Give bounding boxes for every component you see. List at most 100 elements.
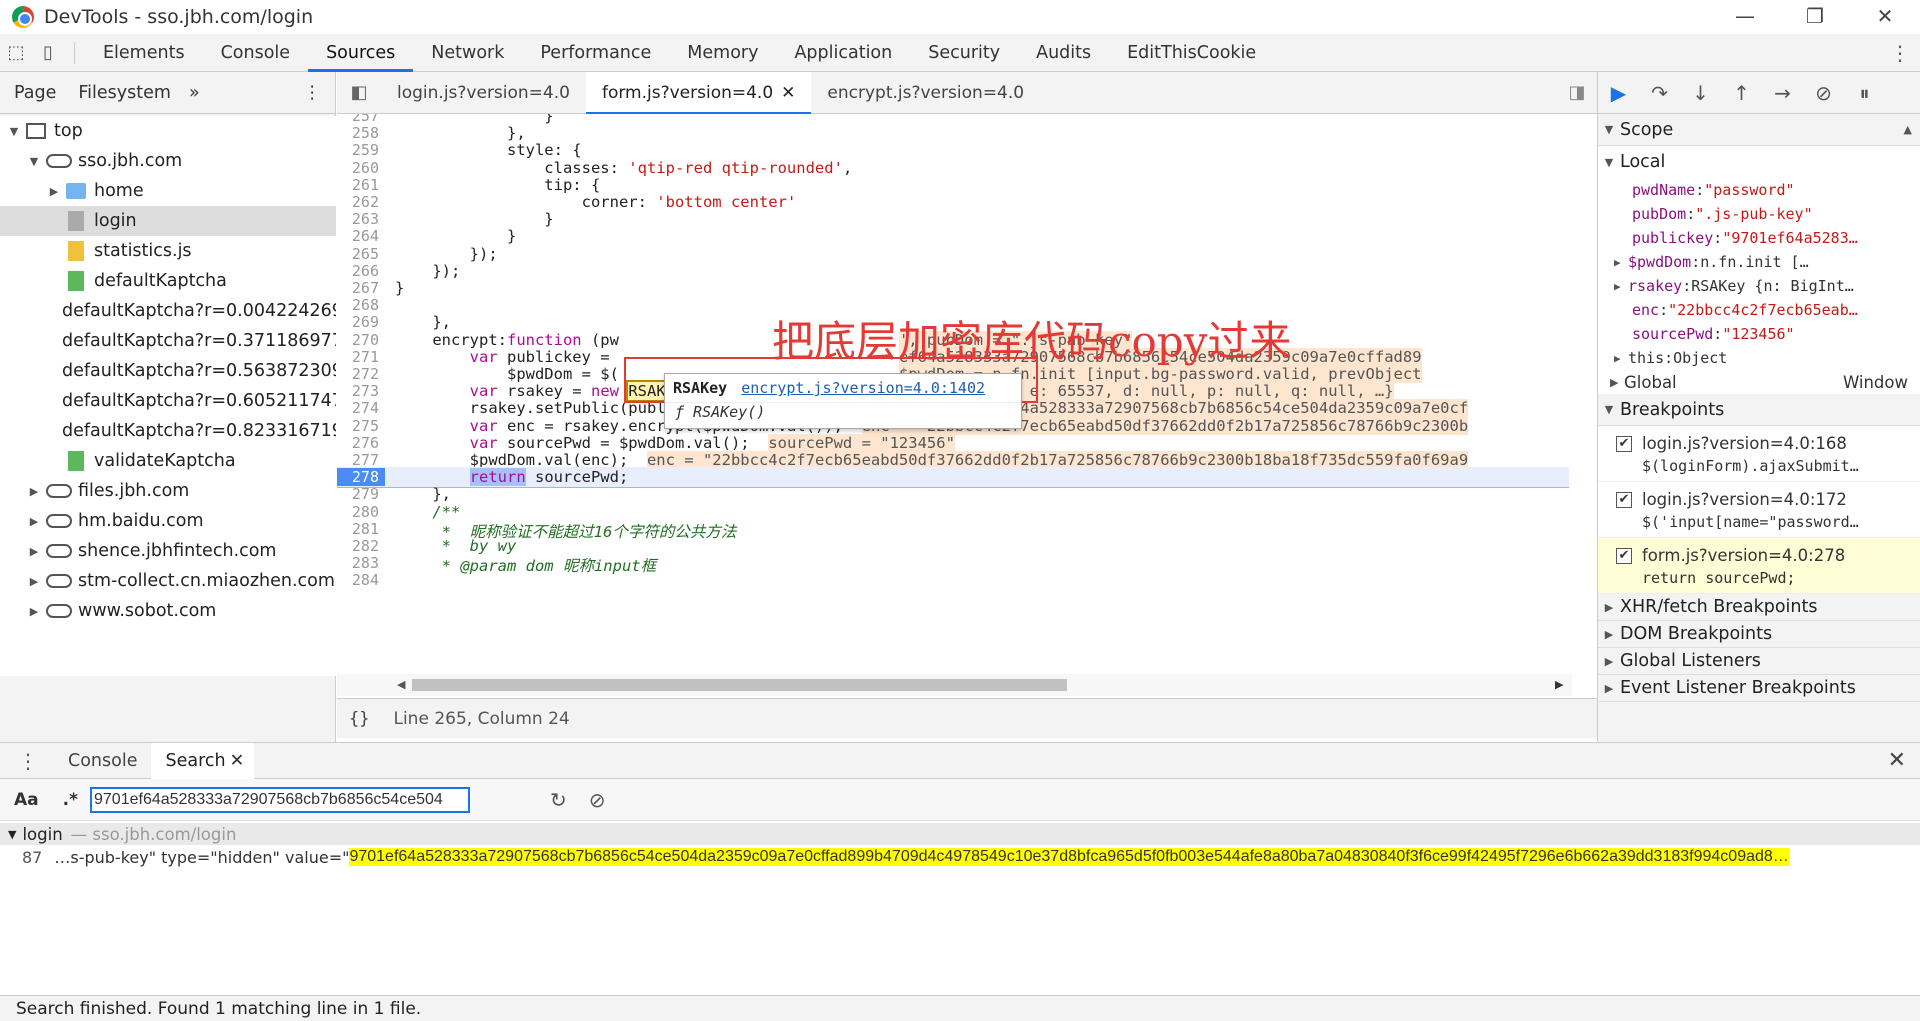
scope-variable[interactable]: sourcePwd: "123456" [1598, 322, 1920, 346]
step-into-icon[interactable]: ↓ [1680, 81, 1721, 105]
inspect-element-icon[interactable]: ⬚ [0, 37, 32, 69]
sidebar-section-header[interactable]: ▶ DOM Breakpoints [1598, 621, 1920, 648]
expand-triangle-icon[interactable]: ▶ [26, 515, 42, 528]
resume-icon[interactable]: ▶ [1598, 81, 1639, 105]
editor-tab[interactable]: form.js?version=4.0 ✕ [585, 71, 812, 114]
line-number[interactable]: 282 [337, 537, 385, 555]
tree-item[interactable]: ▶ hm.baidu.com [0, 506, 336, 536]
breakpoint-item[interactable]: ✔ form.js?version=4.0:278 return sourcePwd… [1598, 538, 1920, 594]
pretty-print-button[interactable]: {} [337, 709, 383, 729]
tab-performance[interactable]: Performance [522, 34, 669, 72]
tree-item[interactable]: defaultKaptcha?r=0.823316719 [0, 416, 336, 446]
pause-on-exceptions-icon[interactable]: ⏸ [1844, 81, 1885, 105]
tree-item[interactable]: defaultKaptcha?r=0.563872309 [0, 356, 336, 386]
drawer-menu-icon[interactable]: ⋮ [0, 749, 54, 773]
tab-console[interactable]: Console [203, 34, 308, 72]
scope-variable[interactable]: pubDom: ".js-pub-key" [1598, 202, 1920, 226]
line-number[interactable]: 274 [337, 399, 385, 417]
maximize-button[interactable]: ❐ [1780, 0, 1850, 34]
step-over-icon[interactable]: ↷ [1639, 81, 1680, 105]
global-scope-row[interactable]: ▶ Global Window [1598, 370, 1920, 394]
more-tabs-icon[interactable]: » [171, 83, 200, 103]
match-case-toggle[interactable]: Aa [0, 790, 53, 810]
line-number[interactable]: 281 [337, 520, 385, 538]
breakpoints-section-header[interactable]: ▼ Breakpoints [1598, 394, 1920, 426]
expand-triangle-icon[interactable]: ▶ [26, 575, 42, 588]
expand-triangle-icon[interactable]: ▼ [26, 155, 42, 168]
expand-triangle-icon[interactable]: ▶ [46, 185, 62, 198]
step-out-icon[interactable]: ↑ [1721, 81, 1762, 105]
expand-triangle-icon[interactable]: ▶ [26, 485, 42, 498]
breakpoint-checkbox[interactable]: ✔ [1616, 491, 1632, 508]
tree-item[interactable]: ▶ www.sobot.com [0, 596, 336, 626]
editor-horizontal-scrollbar[interactable]: ◀ ▶ [337, 674, 1572, 696]
sidebar-section-header[interactable]: ▶ Global Listeners [1598, 648, 1920, 675]
scope-variable[interactable]: pwdName: "password" [1598, 178, 1920, 202]
close-window-button[interactable]: ✕ [1850, 0, 1920, 34]
scope-variable[interactable]: ▶ rsakey: RSAKey {n: BigInt… [1598, 274, 1920, 298]
regex-toggle[interactable]: .* [53, 790, 82, 810]
tree-item[interactable]: ▼ top [0, 116, 336, 146]
editor-tab[interactable]: login.js?version=4.0 [381, 72, 586, 114]
scroll-up-icon[interactable]: ▲ [1904, 123, 1920, 136]
line-number[interactable]: 276 [337, 434, 385, 452]
tab-console[interactable]: Console [54, 751, 151, 771]
editor-tab[interactable]: encrypt.js?version=4.0 [811, 72, 1040, 114]
expand-triangle-icon[interactable]: ▶ [26, 605, 42, 618]
line-number[interactable]: 273 [337, 382, 385, 400]
search-result-file[interactable]: ▼ login — sso.jbh.com/login [0, 823, 1920, 845]
tree-item[interactable]: ▶ stm-collect.cn.miaozhen.com [0, 566, 336, 596]
device-toolbar-icon[interactable]: ▯ [32, 37, 64, 69]
sidebar-section-header[interactable]: ▶ XHR/fetch Breakpoints [1598, 594, 1920, 621]
tree-item[interactable]: login [0, 206, 336, 236]
tab-audits[interactable]: Audits [1018, 34, 1109, 72]
line-number[interactable]: 259 [337, 141, 385, 159]
scope-variable[interactable]: publickey: "9701ef64a5283… [1598, 226, 1920, 250]
tooltip-source-link[interactable]: encrypt.js?version=4.0:1402 [741, 379, 985, 397]
line-number[interactable]: 284 [337, 571, 385, 589]
line-number[interactable]: 260 [337, 159, 385, 177]
more-options-icon[interactable]: ⋮ [1890, 41, 1910, 65]
tab-filesystem[interactable]: Filesystem [56, 83, 171, 103]
minimize-button[interactable]: — [1710, 0, 1780, 34]
tree-item[interactable]: ▶ home [0, 176, 336, 206]
breakpoint-item[interactable]: ✔ login.js?version=4.0:172 $('input[name="… [1598, 482, 1920, 538]
scrollbar-thumb[interactable] [412, 679, 1067, 691]
line-number[interactable]: 270 [337, 331, 385, 349]
scope-variable[interactable]: ▶ this: Object [1598, 346, 1920, 370]
line-number[interactable]: 283 [337, 554, 385, 572]
line-number[interactable]: 266 [337, 262, 385, 280]
sidebar-section-header[interactable]: ▶ Event Listener Breakpoints [1598, 675, 1920, 702]
line-number[interactable]: 258 [337, 124, 385, 142]
toggle-debugger-icon[interactable]: ◨ [1557, 82, 1597, 103]
expand-triangle-icon[interactable]: ▶ [26, 545, 42, 558]
line-number[interactable]: 269 [337, 313, 385, 331]
tab-memory[interactable]: Memory [669, 34, 776, 72]
tab-sources[interactable]: Sources [308, 34, 414, 72]
line-number[interactable]: 263 [337, 210, 385, 228]
line-number[interactable]: 268 [337, 296, 385, 314]
tree-item[interactable]: ▶ files.jbh.com [0, 476, 336, 506]
close-drawer-icon[interactable]: ✕ [1888, 748, 1920, 773]
breakpoint-item[interactable]: ✔ login.js?version=4.0:168 $(loginForm).aj… [1598, 426, 1920, 482]
refresh-icon[interactable]: ↻ [550, 788, 567, 812]
line-number[interactable]: 262 [337, 193, 385, 211]
line-number[interactable]: 279 [337, 485, 385, 503]
tree-item[interactable]: statistics.js [0, 236, 336, 266]
search-input[interactable] [90, 786, 470, 813]
tree-item[interactable]: validateKaptcha [0, 446, 336, 476]
scope-variable[interactable]: ▶ $pwdDom: n.fn.init [… [1598, 250, 1920, 274]
tab-network[interactable]: Network [413, 34, 522, 72]
line-number[interactable]: 278 [337, 468, 385, 487]
tree-item[interactable]: defaultKaptcha [0, 266, 336, 296]
tree-item[interactable]: defaultKaptcha?r=0.371186977 [0, 326, 336, 356]
line-number[interactable]: 261 [337, 176, 385, 194]
tree-item[interactable]: defaultKaptcha?r=0.004224269 [0, 296, 336, 326]
close-tab-icon[interactable]: ✕ [781, 83, 795, 103]
line-number[interactable]: 272 [337, 365, 385, 383]
tab-editthiscookie[interactable]: EditThisCookie [1109, 34, 1274, 72]
expand-triangle-icon[interactable]: ▼ [6, 125, 22, 138]
tree-item[interactable]: ▼ sso.jbh.com [0, 146, 336, 176]
line-number[interactable]: 265 [337, 245, 385, 263]
clear-icon[interactable]: ⊘ [589, 788, 606, 812]
